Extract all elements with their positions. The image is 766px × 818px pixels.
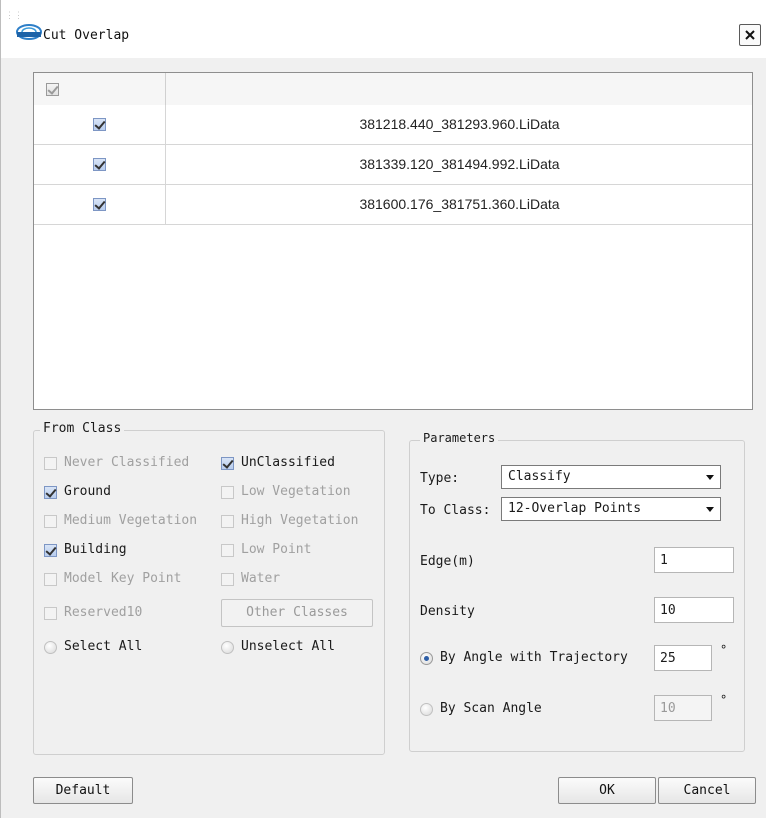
by-angle-label: By Angle with Trajectory (440, 650, 628, 665)
water-checkbox[interactable] (221, 573, 234, 586)
high-vegetation-label: High Vegetation (241, 513, 359, 528)
low-vegetation-checkbox[interactable] (221, 486, 234, 499)
ground-checkbox[interactable] (44, 486, 57, 499)
reserved10-label: Reserved10 (64, 605, 143, 620)
title-bar[interactable]: ⋮⋮ Cut Overlap (1, 0, 766, 58)
low-vegetation-label: Low Vegetation (241, 484, 351, 499)
close-icon (745, 30, 755, 40)
row-checkbox[interactable] (93, 118, 106, 131)
degree-unit: ° (720, 643, 728, 657)
type-select[interactable]: Classify (501, 465, 721, 489)
other-classes-button[interactable]: Other Classes (221, 599, 373, 627)
to-class-value: 12-Overlap Points (508, 501, 642, 516)
drag-grip-icon[interactable]: ⋮⋮ (5, 12, 23, 24)
edge-input[interactable]: 1 (654, 547, 734, 573)
row-checkbox-cell (34, 185, 166, 224)
type-label: Type: (420, 471, 460, 486)
unclassified-checkbox[interactable] (221, 457, 234, 470)
degree-unit: ° (720, 693, 728, 707)
lidar-logo-icon (16, 24, 42, 40)
by-scan-radio[interactable] (420, 703, 433, 716)
unselect-all-radio[interactable] (221, 641, 234, 654)
to-class-label: To Class: (420, 503, 491, 518)
file-name: 381339.120_381494.992.LiData (359, 156, 560, 172)
edge-value: 1 (660, 553, 668, 568)
by-scan-value: 10 (660, 701, 676, 716)
table-row[interactable]: 381339.120_381494.992.LiData (34, 145, 752, 185)
medium-vegetation-label: Medium Vegetation (64, 513, 198, 528)
unselect-all-label: Unselect All (241, 639, 335, 654)
by-angle-radio[interactable] (420, 652, 433, 665)
table-row[interactable]: 381600.176_381751.360.LiData (34, 185, 752, 225)
row-checkbox-cell (34, 145, 166, 184)
high-vegetation-checkbox[interactable] (221, 515, 234, 528)
to-class-select[interactable]: 12-Overlap Points (501, 497, 721, 521)
ground-label: Ground (64, 484, 111, 499)
building-label: Building (64, 542, 127, 557)
by-scan-input[interactable]: 10 (654, 695, 712, 721)
dialog-title: Cut Overlap (43, 28, 130, 43)
default-button[interactable]: Default (33, 777, 133, 804)
model-key-point-checkbox[interactable] (44, 573, 57, 586)
close-button[interactable] (739, 24, 761, 46)
select-all-radio[interactable] (44, 641, 57, 654)
low-point-label: Low Point (241, 542, 312, 557)
file-name: 381600.176_381751.360.LiData (359, 196, 560, 212)
file-table: 381218.440_381293.960.LiData 381339.120_… (33, 72, 753, 410)
parameters-group: Parameters Type: Classify To Class: 12-O… (409, 431, 745, 752)
model-key-point-label: Model Key Point (64, 571, 182, 586)
header-checkbox-cell (34, 73, 166, 105)
density-value: 10 (660, 603, 676, 618)
never-classified-label: Never Classified (64, 455, 190, 470)
unclassified-label: UnClassified (241, 455, 335, 470)
from-class-group: From Class Never Classified UnClassified… (33, 421, 385, 755)
row-checkbox[interactable] (93, 198, 106, 211)
type-value: Classify (508, 469, 571, 484)
row-checkbox-cell (34, 105, 166, 144)
water-label: Water (241, 571, 281, 586)
from-class-legend: From Class (40, 421, 125, 436)
row-checkbox[interactable] (93, 158, 106, 171)
never-classified-checkbox[interactable] (44, 457, 57, 470)
by-angle-value: 25 (660, 651, 676, 666)
cancel-button[interactable]: Cancel (658, 777, 756, 804)
table-row[interactable]: 381218.440_381293.960.LiData (34, 105, 752, 145)
by-scan-label: By Scan Angle (440, 701, 542, 716)
density-label: Density (420, 604, 475, 619)
ok-button[interactable]: OK (558, 777, 656, 804)
medium-vegetation-checkbox[interactable] (44, 515, 57, 528)
chevron-down-icon (706, 475, 714, 480)
parameters-legend: Parameters (420, 431, 499, 445)
chevron-down-icon (706, 507, 714, 512)
building-checkbox[interactable] (44, 544, 57, 557)
by-angle-input[interactable]: 25 (654, 645, 712, 671)
edge-label: Edge(m) (420, 554, 475, 569)
file-name: 381218.440_381293.960.LiData (359, 116, 560, 132)
density-input[interactable]: 10 (654, 597, 734, 623)
select-all-label: Select All (64, 639, 143, 654)
reserved10-checkbox[interactable] (44, 607, 57, 620)
select-all-files-checkbox[interactable] (46, 83, 59, 96)
cut-overlap-dialog: ⋮⋮ Cut Overlap 381218.440_381293.960.LiD… (0, 0, 766, 818)
table-header (34, 73, 752, 106)
low-point-checkbox[interactable] (221, 544, 234, 557)
